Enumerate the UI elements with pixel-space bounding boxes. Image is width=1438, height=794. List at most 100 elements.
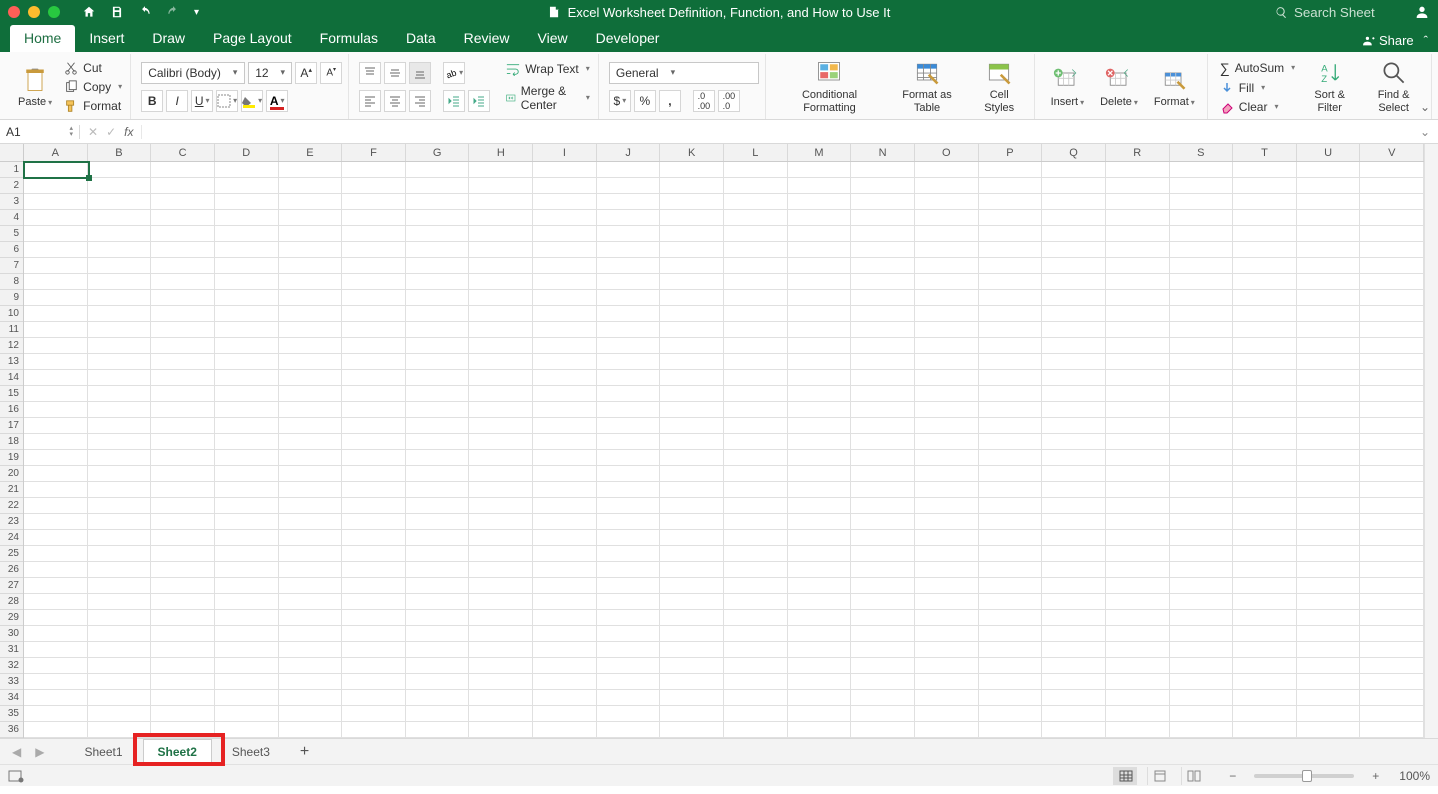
formula-bar-expand-icon[interactable]: ⌄ [1420, 100, 1430, 114]
clear-button[interactable]: Clear [1218, 99, 1297, 115]
col-header-O[interactable]: O [915, 144, 979, 161]
zoom-slider[interactable] [1254, 774, 1354, 778]
collapse-ribbon-icon[interactable]: ˆ [1424, 33, 1428, 48]
row-header-35[interactable]: 35 [0, 706, 23, 722]
col-header-N[interactable]: N [851, 144, 915, 161]
minimize-window[interactable] [28, 6, 40, 18]
font-color-button[interactable]: A [266, 90, 288, 112]
row-header-6[interactable]: 6 [0, 242, 23, 258]
sheet-nav-prev[interactable]: ◀ [8, 745, 25, 759]
col-header-K[interactable]: K [660, 144, 724, 161]
row-header-22[interactable]: 22 [0, 498, 23, 514]
align-right-button[interactable] [409, 90, 431, 112]
fill-button[interactable]: Fill [1218, 80, 1297, 96]
delete-cells-button[interactable]: Delete [1094, 64, 1144, 110]
page-layout-view-button[interactable] [1147, 767, 1171, 785]
increase-decimal-button[interactable]: .0.00 [693, 90, 715, 112]
row-header-10[interactable]: 10 [0, 306, 23, 322]
tab-insert[interactable]: Insert [75, 25, 138, 52]
row-header-33[interactable]: 33 [0, 674, 23, 690]
row-header-12[interactable]: 12 [0, 338, 23, 354]
col-header-P[interactable]: P [979, 144, 1043, 161]
col-header-Q[interactable]: Q [1042, 144, 1106, 161]
fx-icon[interactable]: fx [124, 125, 133, 139]
percent-button[interactable]: % [634, 90, 656, 112]
row-header-34[interactable]: 34 [0, 690, 23, 706]
paste-button[interactable]: Paste [12, 64, 58, 110]
row-header-13[interactable]: 13 [0, 354, 23, 370]
align-top-button[interactable] [359, 62, 381, 84]
share-button[interactable]: Share [1362, 33, 1414, 48]
row-header-36[interactable]: 36 [0, 722, 23, 738]
insert-cells-button[interactable]: Insert [1045, 64, 1091, 110]
tab-review[interactable]: Review [450, 25, 524, 52]
row-header-2[interactable]: 2 [0, 178, 23, 194]
page-break-view-button[interactable] [1181, 767, 1205, 785]
row-header-19[interactable]: 19 [0, 450, 23, 466]
col-header-A[interactable]: A [24, 144, 88, 161]
col-header-I[interactable]: I [533, 144, 597, 161]
row-header-5[interactable]: 5 [0, 226, 23, 242]
sheet-tab-3[interactable]: Sheet3 [218, 740, 284, 764]
decrease-decimal-button[interactable]: .00.0 [718, 90, 740, 112]
expand-formula-bar-icon[interactable]: ⌄ [1412, 125, 1438, 139]
align-center-button[interactable] [384, 90, 406, 112]
row-header-7[interactable]: 7 [0, 258, 23, 274]
search-input[interactable] [1294, 5, 1404, 20]
increase-font-button[interactable]: A▴ [295, 62, 317, 84]
format-cells-button[interactable]: Format [1148, 64, 1201, 110]
currency-button[interactable]: $ [609, 90, 631, 112]
name-box-stepper-icon[interactable]: ▴▾ [69, 126, 73, 138]
row-header-15[interactable]: 15 [0, 386, 23, 402]
row-header-30[interactable]: 30 [0, 626, 23, 642]
row-header-27[interactable]: 27 [0, 578, 23, 594]
row-header-9[interactable]: 9 [0, 290, 23, 306]
tab-formulas[interactable]: Formulas [306, 25, 392, 52]
find-select-button[interactable]: Find & Select [1362, 57, 1425, 115]
align-left-button[interactable] [359, 90, 381, 112]
close-window[interactable] [8, 6, 20, 18]
sort-filter-button[interactable]: AZ Sort & Filter [1301, 57, 1358, 115]
fill-color-button[interactable] [241, 90, 263, 112]
row-header-24[interactable]: 24 [0, 530, 23, 546]
col-header-E[interactable]: E [279, 144, 343, 161]
sheet-nav-next[interactable]: ▶ [31, 745, 48, 759]
col-header-D[interactable]: D [215, 144, 279, 161]
row-header-25[interactable]: 25 [0, 546, 23, 562]
row-header-32[interactable]: 32 [0, 658, 23, 674]
cells-area[interactable] [24, 162, 1424, 738]
col-header-B[interactable]: B [88, 144, 152, 161]
row-header-1[interactable]: 1 [0, 162, 23, 178]
tab-home[interactable]: Home [10, 25, 75, 52]
autosum-button[interactable]: ∑AutoSum [1218, 59, 1297, 77]
col-header-C[interactable]: C [151, 144, 215, 161]
row-header-8[interactable]: 8 [0, 274, 23, 290]
cancel-formula-icon[interactable]: ✕ [88, 125, 98, 139]
increase-indent-button[interactable] [468, 90, 490, 112]
wrap-text-button[interactable]: Wrap Text [504, 61, 592, 77]
undo-icon[interactable] [138, 5, 152, 19]
comma-button[interactable]: , [659, 90, 681, 112]
col-header-T[interactable]: T [1233, 144, 1297, 161]
cut-button[interactable]: Cut [62, 60, 124, 76]
cell-styles-button[interactable]: Cell Styles [971, 57, 1028, 115]
macro-record-icon[interactable] [8, 769, 24, 783]
account-icon[interactable] [1414, 4, 1430, 20]
col-header-U[interactable]: U [1297, 144, 1361, 161]
sheet-tab-2[interactable]: Sheet2 [143, 739, 212, 764]
decrease-indent-button[interactable] [443, 90, 465, 112]
tab-view[interactable]: View [524, 25, 582, 52]
row-header-17[interactable]: 17 [0, 418, 23, 434]
align-middle-button[interactable] [384, 62, 406, 84]
row-header-14[interactable]: 14 [0, 370, 23, 386]
normal-view-button[interactable] [1113, 767, 1137, 785]
bold-button[interactable]: B [141, 90, 163, 112]
merge-center-button[interactable]: Merge & Center [504, 83, 592, 113]
col-header-R[interactable]: R [1106, 144, 1170, 161]
row-header-16[interactable]: 16 [0, 402, 23, 418]
zoom-in-button[interactable]: + [1372, 769, 1379, 783]
col-header-V[interactable]: V [1360, 144, 1424, 161]
col-header-M[interactable]: M [788, 144, 852, 161]
row-header-18[interactable]: 18 [0, 434, 23, 450]
orientation-button[interactable]: ab [443, 62, 465, 84]
